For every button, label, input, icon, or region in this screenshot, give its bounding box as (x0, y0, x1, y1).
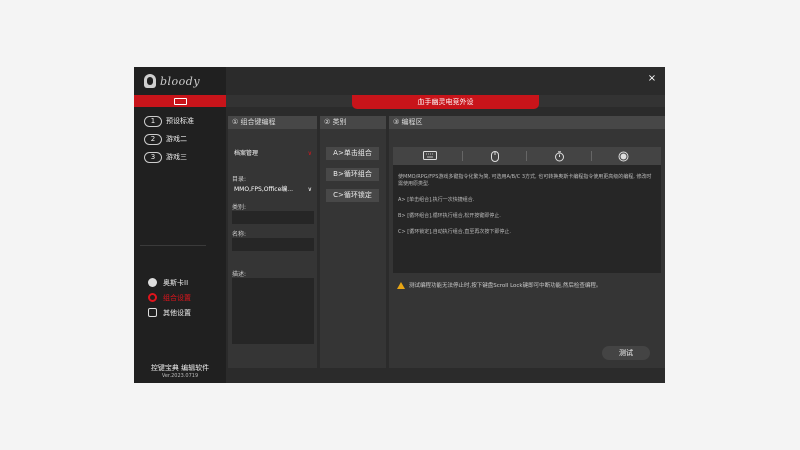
record-icon[interactable] (617, 151, 631, 162)
name-field[interactable] (232, 238, 314, 251)
toolbar-divider (462, 151, 464, 161)
software-name: 控键宝典 编辑软件 (150, 364, 210, 372)
intro-text: 使MMO/RPG/FPS游戏多键指令化繁为简, 可选用A/B/C 3方式, 也可… (398, 174, 652, 187)
test-button[interactable]: 测试 (602, 346, 650, 360)
mode-item-3[interactable]: 3 游戏三 (144, 151, 194, 163)
select-value: 档案管理 (234, 150, 259, 157)
sidebar-links: 奥斯卡II 组合设置 其他设置 (148, 277, 191, 322)
mode-item-2[interactable]: 2 游戏二 (144, 133, 194, 145)
toolbar-divider (590, 151, 592, 161)
mode-item-1[interactable]: 1 预设标准 (144, 115, 194, 127)
mode-number: 1 (144, 115, 162, 127)
mode-label: 游戏二 (166, 135, 187, 143)
mode-b-description: B> [循环组合],循环执行组合,松开按键即停止. (398, 213, 501, 219)
combo-programming-panel: ① 组合键编程 档案管理 ∨ 目录: MMO,FPS,Office编... ∨ … (228, 116, 317, 368)
mode-number: 3 (144, 151, 162, 163)
loop-combo-button[interactable]: B>循环组合 (326, 168, 379, 181)
name-label: 名称: (232, 231, 247, 238)
programming-panel: ③ 编程区 使MMO/RPG/FPS游戏多键指令化繁为简, 可选用A/B/C 3… (389, 116, 665, 368)
chevron-down-icon: ∨ (307, 150, 312, 157)
programming-toolbar (393, 147, 661, 165)
brand-logo: bloody (144, 71, 200, 91)
mode-a-description: A> [单击组合],执行一次快捷组合. (398, 197, 475, 203)
sidebar-item-combo[interactable]: 组合设置 (148, 292, 191, 303)
mode-c-description: C> [循环锁定],自动执行组合,直至再次按下即停止. (398, 229, 511, 235)
warning-notice: 测试编程功能无法停止时,按下键盘Scroll Lock键即可中断功能,然后检查编… (397, 281, 601, 289)
device-keyboard-tab[interactable] (134, 95, 226, 107)
dir-select[interactable]: MMO,FPS,Office编... ∨ (232, 184, 314, 195)
app-window: bloody 1 预设标准 2 游戏二 3 游戏三 奥斯卡II 组合设置 其他设… (134, 67, 665, 383)
claw-logo-icon (144, 74, 156, 88)
version-label: Ver.2023.0719 (161, 373, 199, 379)
sidebar-item-label: 其他设置 (163, 308, 191, 317)
dir-label: 目录: (232, 176, 247, 183)
sidebar-item-other[interactable]: 其他设置 (148, 307, 191, 318)
sidebar: bloody 1 预设标准 2 游戏二 3 游戏三 奥斯卡II 组合设置 其他设… (134, 67, 226, 383)
close-button[interactable]: × (647, 73, 657, 85)
sidebar-item-label: 奥斯卡II (163, 278, 189, 287)
keyboard-icon (173, 97, 187, 105)
mouse-icon[interactable] (488, 151, 502, 162)
mode-label: 预设标准 (166, 117, 194, 125)
sidebar-footer: 控键宝典 编辑软件 Ver.2023.0719 (134, 364, 226, 380)
mode-number: 2 (144, 133, 162, 145)
mode-list: 1 预设标准 2 游戏二 3 游戏三 (144, 115, 194, 169)
brand-name: bloody (160, 74, 201, 88)
category-panel: ② 类别 A>单击组合 B>循环组合 C>循环锁定 (320, 116, 386, 368)
panel-header: ② 类别 (320, 116, 386, 129)
mode-label: 游戏三 (166, 153, 187, 161)
settings-square-icon (148, 308, 157, 317)
chevron-down-icon: ∨ (307, 186, 312, 193)
app-title: 血手幽灵电竞外设 (352, 95, 539, 109)
desc-field[interactable] (232, 278, 314, 344)
file-manage-select[interactable]: 档案管理 ∨ (232, 148, 314, 159)
panel-header: ③ 编程区 (389, 116, 665, 129)
gear-icon (148, 293, 157, 302)
timer-icon[interactable] (552, 151, 566, 162)
category-field[interactable] (232, 211, 314, 224)
sidebar-divider (140, 245, 206, 246)
warning-text: 测试编程功能无法停止时,按下键盘Scroll Lock键即可中断功能,然后检查编… (409, 283, 602, 289)
toolbar-divider (526, 151, 528, 161)
keyboard-icon[interactable] (423, 151, 438, 161)
sidebar-item-oscar[interactable]: 奥斯卡II (148, 277, 191, 288)
desc-label: 描述: (232, 271, 247, 278)
warning-icon (397, 281, 405, 289)
programming-editor[interactable]: 使MMO/RPG/FPS游戏多键指令化繁为简, 可选用A/B/C 3方式, 也可… (393, 165, 661, 273)
sidebar-item-label: 组合设置 (163, 293, 191, 302)
single-combo-button[interactable]: A>单击组合 (326, 147, 379, 160)
loop-lock-button[interactable]: C>循环锁定 (326, 189, 379, 202)
category-label: 类别: (232, 204, 247, 211)
user-icon (148, 278, 157, 287)
select-value: MMO,FPS,Office编... (234, 186, 294, 193)
panel-header: ① 组合键编程 (228, 116, 317, 129)
